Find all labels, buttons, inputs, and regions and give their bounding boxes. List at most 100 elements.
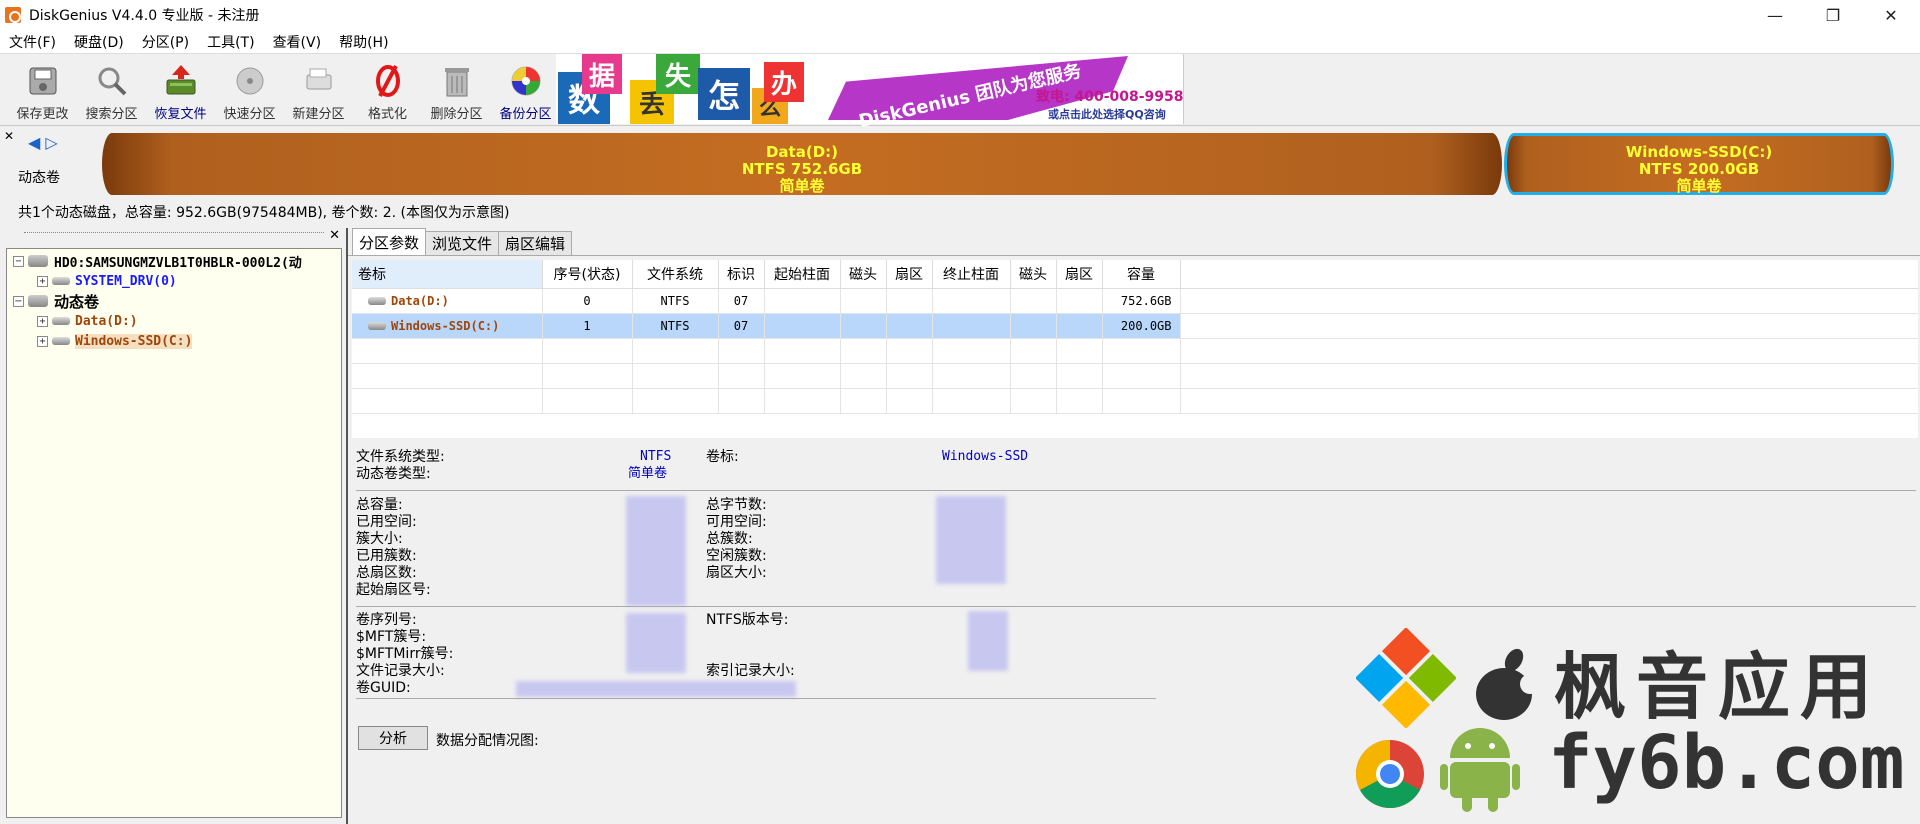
column-header[interactable]: 标识 bbox=[718, 260, 765, 289]
menu-view[interactable]: 查看(V) bbox=[264, 32, 331, 52]
column-header[interactable]: 起始柱面 bbox=[764, 260, 841, 289]
banner-char-4: 失 bbox=[656, 54, 700, 94]
info-label: 总字节数: bbox=[706, 497, 767, 513]
info-label: 卷序列号: bbox=[356, 612, 417, 628]
recover-files-button[interactable]: 恢复文件 bbox=[146, 54, 215, 126]
partition-bar-data[interactable]: Data(D:) NTFS 752.6GB 简单卷 bbox=[102, 133, 1502, 195]
column-header[interactable]: 容量 bbox=[1102, 260, 1181, 289]
info-label: 起始扇区号: bbox=[356, 582, 431, 598]
delete-partition-button[interactable]: 删除分区 bbox=[422, 54, 491, 126]
app-icon bbox=[5, 7, 21, 23]
column-header[interactable]: 终止柱面 bbox=[932, 260, 1011, 289]
tab-partition-params[interactable]: 分区参数 bbox=[352, 228, 427, 255]
menu-file[interactable]: 文件(F) bbox=[0, 32, 65, 52]
blurred-values bbox=[968, 611, 1008, 671]
menu-tools[interactable]: 工具(T) bbox=[198, 32, 263, 52]
backup-icon bbox=[508, 63, 544, 99]
partition-icon bbox=[52, 337, 70, 345]
menu-help[interactable]: 帮助(H) bbox=[330, 32, 397, 52]
title-bar: DiskGenius V4.4.0 专业版 - 未注册 — ❐ ✕ bbox=[0, 0, 1920, 30]
tree-node-data[interactable]: + Data(D:) bbox=[37, 311, 138, 331]
partition-fs: NTFS 752.6GB bbox=[741, 160, 863, 178]
blurred-values bbox=[626, 613, 686, 673]
analyze-button[interactable]: 分析 bbox=[358, 726, 428, 750]
disk-map: ✕ ◀ ▷ 动态卷 Data(D:) NTFS 752.6GB 简单卷 Wind… bbox=[0, 127, 1920, 199]
format-icon bbox=[370, 63, 406, 99]
blurred-values bbox=[936, 496, 1006, 584]
window-title: DiskGenius V4.4.0 专业版 - 未注册 bbox=[29, 8, 260, 24]
disk-map-label: 动态卷 bbox=[18, 170, 60, 186]
save-icon bbox=[25, 63, 61, 99]
format-button[interactable]: 格式化 bbox=[353, 54, 422, 126]
close-icon[interactable]: ✕ bbox=[4, 129, 14, 143]
partition-name: Windows-SSD(C:) bbox=[1625, 143, 1773, 161]
menu-disk[interactable]: 硬盘(D) bbox=[65, 32, 133, 52]
save-changes-button[interactable]: 保存更改 bbox=[8, 54, 77, 126]
column-header[interactable]: 序号(状态) bbox=[542, 260, 633, 289]
tree-node-system[interactable]: + SYSTEM_DRV(0) bbox=[37, 271, 177, 291]
table-row[interactable]: Data(D:) 0 NTFS 07 752.6GB bbox=[352, 288, 1918, 314]
vol-label-value: Windows-SSD bbox=[942, 449, 1029, 464]
maximize-button[interactable]: ❐ bbox=[1804, 0, 1862, 30]
allocation-label: 数据分配情况图: bbox=[436, 733, 539, 749]
close-button[interactable]: ✕ bbox=[1862, 0, 1920, 30]
disk-tree-panel: ✕ − HD0:SAMSUNGMZVLB1T0HBLR-000L2(动 + SY… bbox=[0, 228, 346, 824]
column-header[interactable]: 卷标 bbox=[352, 260, 543, 289]
new-partition-icon bbox=[301, 63, 337, 99]
vol-type-value: 简单卷 bbox=[628, 466, 668, 481]
banner-phone: 致电: 400-008-9958 bbox=[1036, 89, 1184, 105]
vol-type-label: 动态卷类型: bbox=[356, 466, 431, 482]
partition-bar-windows[interactable]: Windows-SSD(C:) NTFS 200.0GB 简单卷 bbox=[1504, 133, 1894, 195]
column-header[interactable]: 扇区 bbox=[1056, 260, 1103, 289]
quick-partition-button[interactable]: 快速分区 bbox=[215, 54, 284, 126]
info-label: 总容量: bbox=[356, 497, 403, 513]
close-icon[interactable]: ✕ bbox=[329, 228, 340, 243]
column-header[interactable]: 磁头 bbox=[840, 260, 887, 289]
column-header[interactable]: 磁头 bbox=[1010, 260, 1057, 289]
search-partition-button[interactable]: 搜索分区 bbox=[77, 54, 146, 126]
disk-nav-arrows[interactable]: ◀ ▷ bbox=[28, 133, 58, 152]
partition-table: 卷标 序号(状态) 文件系统 标识 起始柱面 磁头 扇区 终止柱面 磁头 扇区 … bbox=[352, 260, 1918, 438]
info-label: 卷GUID: bbox=[356, 680, 411, 696]
fs-type-label: 文件系统类型: bbox=[356, 449, 445, 465]
disk-summary: 共1个动态磁盘，总容量: 952.6GB(975484MB), 卷个数: 2. … bbox=[18, 205, 510, 221]
blurred-values bbox=[626, 496, 686, 606]
info-label: 空闲簇数: bbox=[706, 548, 767, 564]
tree-node-dynamic[interactable]: − 动态卷 bbox=[13, 291, 99, 311]
info-label: 可用空间: bbox=[706, 514, 767, 530]
menu-partition[interactable]: 分区(P) bbox=[133, 32, 198, 52]
quick-partition-icon bbox=[232, 63, 268, 99]
tab-browse-files[interactable]: 浏览文件 bbox=[425, 231, 500, 255]
tab-sector-edit[interactable]: 扇区编辑 bbox=[498, 231, 573, 255]
info-label: 总扇区数: bbox=[356, 565, 417, 581]
info-label: $MFT簇号: bbox=[356, 629, 427, 645]
tree-node-windows[interactable]: + Windows-SSD(C:) bbox=[37, 331, 193, 351]
recover-icon bbox=[163, 63, 199, 99]
new-partition-button[interactable]: 新建分区 bbox=[284, 54, 353, 126]
dynamic-disk-icon bbox=[28, 295, 48, 307]
minimize-button[interactable]: — bbox=[1746, 0, 1804, 30]
banner-char-7: 办 bbox=[764, 62, 804, 102]
table-row-selected[interactable]: Windows-SSD(C:) 1 NTFS 07 200.0GB bbox=[352, 313, 1918, 339]
partition-fs: NTFS 200.0GB bbox=[1638, 160, 1760, 178]
column-header[interactable]: 扇区 bbox=[886, 260, 933, 289]
info-label: 总簇数: bbox=[706, 531, 753, 547]
partition-info: 文件系统类型: NTFS 动态卷类型: 简单卷 卷标: Windows-SSD … bbox=[356, 448, 1916, 808]
info-label: 已用簇数: bbox=[356, 548, 417, 564]
partition-icon bbox=[52, 317, 70, 325]
banner-qq-link[interactable]: 或点击此处选择QQ咨询 bbox=[1048, 106, 1166, 122]
banner-char-2: 据 bbox=[582, 54, 622, 94]
disk-tree: − HD0:SAMSUNGMZVLB1T0HBLR-000L2(动 + SYST… bbox=[6, 248, 342, 818]
table-row bbox=[352, 388, 1918, 414]
trash-icon bbox=[439, 63, 475, 99]
partition-icon bbox=[368, 297, 386, 305]
search-icon bbox=[94, 63, 130, 99]
service-banner[interactable]: 数 据 丢 失 怎 么 办 DiskGenius 团队为您服务 致电: 400-… bbox=[556, 54, 1184, 132]
partition-icon bbox=[368, 322, 386, 330]
info-label: 扇区大小: bbox=[706, 565, 767, 581]
tree-node-hd0[interactable]: − HD0:SAMSUNGMZVLB1T0HBLR-000L2(动 bbox=[13, 251, 302, 271]
backup-partition-button[interactable]: 备份分区 bbox=[491, 54, 560, 126]
hard-disk-icon bbox=[28, 255, 48, 267]
column-header[interactable]: 文件系统 bbox=[632, 260, 719, 289]
table-row bbox=[352, 363, 1918, 389]
